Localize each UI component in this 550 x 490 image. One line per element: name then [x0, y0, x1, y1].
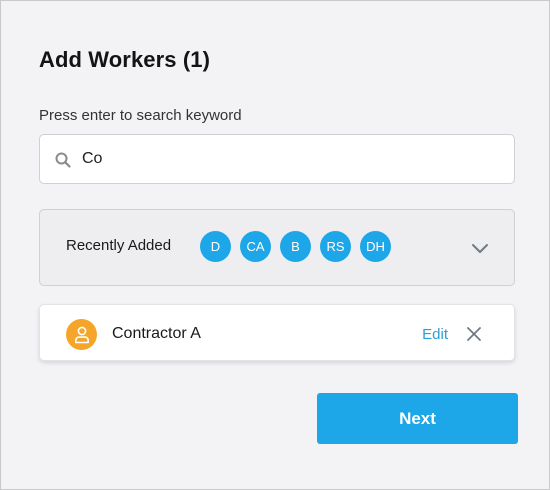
next-button[interactable]: Next: [317, 393, 518, 444]
search-input[interactable]: [82, 135, 502, 183]
search-field[interactable]: [39, 134, 515, 184]
recently-added-section[interactable]: Recently Added D CA B RS DH: [39, 209, 515, 286]
recent-worker-chip[interactable]: B: [280, 231, 311, 262]
recent-worker-chip[interactable]: RS: [320, 231, 351, 262]
close-icon[interactable]: [466, 326, 482, 342]
recent-worker-chip[interactable]: DH: [360, 231, 391, 262]
selected-worker-card: Contractor A Edit: [39, 304, 515, 361]
person-icon: [74, 326, 89, 343]
recent-worker-chip[interactable]: D: [200, 231, 231, 262]
page-title: Add Workers (1): [39, 47, 211, 72]
chevron-down-icon[interactable]: [470, 238, 490, 258]
search-label: Press enter to search keyword: [39, 107, 242, 124]
recent-worker-chips: D CA B RS DH: [200, 231, 391, 262]
add-workers-panel: Add Workers (1) Press enter to search ke…: [0, 0, 550, 490]
recent-worker-chip[interactable]: CA: [240, 231, 271, 262]
edit-worker-link[interactable]: Edit: [422, 326, 448, 343]
search-icon: [55, 152, 71, 168]
recently-added-label: Recently Added: [66, 237, 172, 254]
worker-name: Contractor A: [112, 325, 201, 342]
avatar: [66, 319, 97, 350]
